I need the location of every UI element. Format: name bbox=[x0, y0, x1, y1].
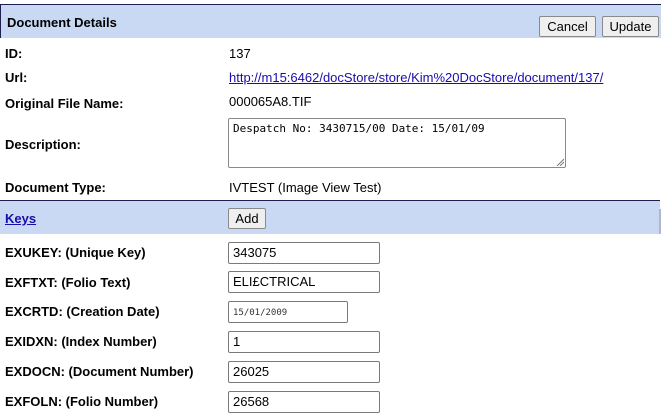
page-title: Document Details bbox=[7, 15, 117, 30]
unique-key-input[interactable]: 343075 bbox=[228, 242, 380, 264]
original-file-name-value: 000065A8.TIF bbox=[229, 94, 312, 109]
url-link[interactable]: http://m15:6462/docStore/store/Kim%20Doc… bbox=[229, 70, 603, 85]
folio-number-input[interactable]: 26568 bbox=[228, 391, 380, 413]
resize-grip-icon[interactable] bbox=[556, 158, 564, 166]
url-label: Url: bbox=[5, 70, 28, 85]
description-textarea[interactable]: Despatch No: 3430715/00 Date: 15/01/09 bbox=[228, 118, 566, 168]
keys-header: Keys Add bbox=[0, 200, 660, 234]
cancel-button[interactable]: Cancel bbox=[539, 16, 596, 37]
key-label: EXCRTD: (Creation Date) bbox=[5, 304, 160, 319]
original-file-name-label: Original File Name: bbox=[5, 96, 124, 111]
description-text: Despatch No: 3430715/00 Date: 15/01/09 bbox=[233, 122, 485, 135]
document-type-label: Document Type: bbox=[5, 180, 106, 195]
id-value: 137 bbox=[229, 46, 251, 61]
id-label: ID: bbox=[5, 46, 23, 61]
description-label: Description: bbox=[5, 137, 81, 152]
key-label: EXFOLN: (Folio Number) bbox=[5, 394, 159, 409]
add-key-button[interactable]: Add bbox=[228, 208, 266, 229]
document-type-value: IVTEST (Image View Test) bbox=[229, 180, 382, 195]
key-label: EXIDXN: (Index Number) bbox=[5, 334, 157, 349]
update-button[interactable]: Update bbox=[602, 16, 659, 37]
keys-link[interactable]: Keys bbox=[5, 211, 36, 226]
creation-date-input[interactable]: 15/01/2009 bbox=[228, 301, 348, 323]
document-details-header: Document Details Cancel Update bbox=[0, 4, 661, 38]
key-label: EXDOCN: (Document Number) bbox=[5, 364, 194, 379]
scrollbar-track[interactable] bbox=[659, 209, 661, 234]
key-label: EXUKEY: (Unique Key) bbox=[5, 245, 146, 260]
index-number-input[interactable]: 1 bbox=[228, 331, 380, 353]
document-number-input[interactable]: 26025 bbox=[228, 361, 380, 383]
folio-text-input[interactable]: ELI£CTRICAL bbox=[228, 271, 380, 293]
key-label: EXFTXT: (Folio Text) bbox=[5, 275, 131, 290]
